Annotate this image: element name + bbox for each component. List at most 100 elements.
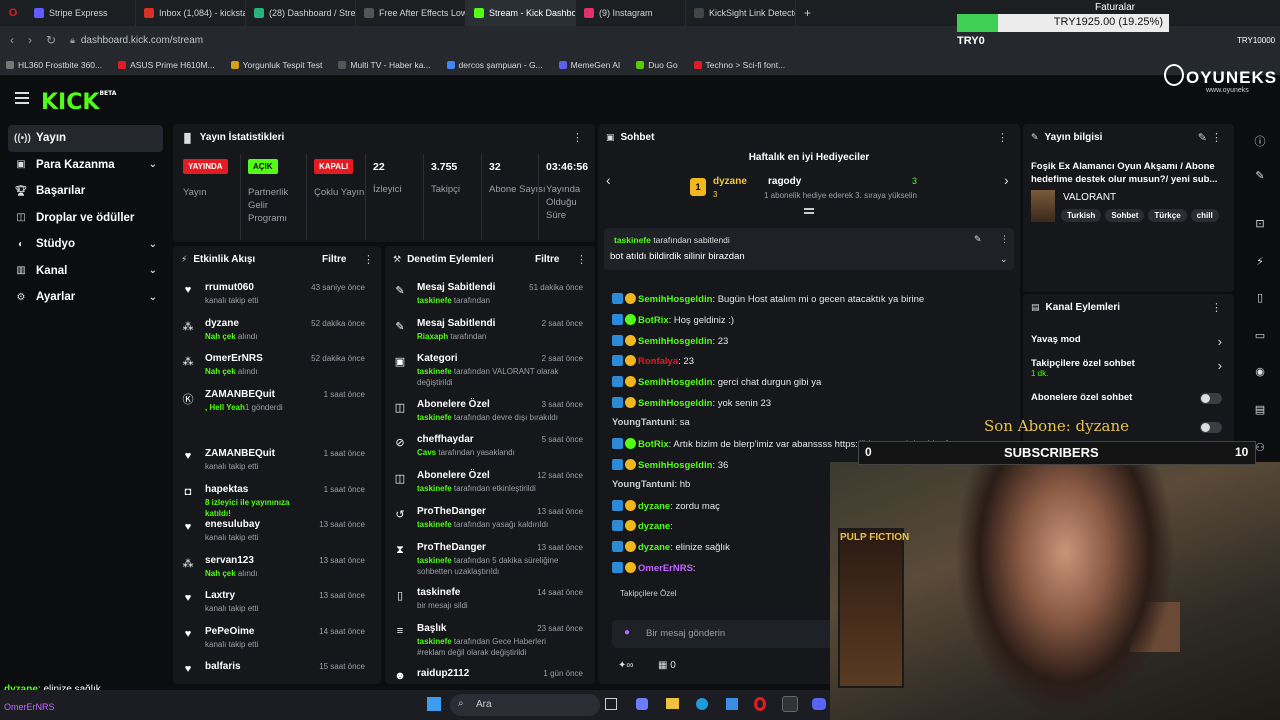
sidebar-item-para-kazanma[interactable]: ▣ Para Kazanma ⌄: [0, 152, 163, 179]
stats-menu-icon[interactable]: ⋮: [572, 131, 583, 144]
task-view-icon[interactable]: [605, 698, 617, 710]
bookmark-item[interactable]: Multi TV - Haber ka...: [338, 60, 431, 70]
drag-handle-icon[interactable]: [804, 208, 814, 214]
clipboard-icon[interactable]: ▯: [1252, 291, 1268, 307]
activity-item[interactable]: ♥ enesulubay kanalı takip etti 13 saat önce: [181, 519, 371, 555]
browser-tab[interactable]: Stripe Express: [26, 0, 136, 26]
stream-tag[interactable]: Sohbet: [1105, 209, 1145, 222]
stream-tag[interactable]: chill: [1190, 209, 1219, 222]
pencil-icon[interactable]: ✎: [1252, 169, 1268, 185]
prev-arrow-icon[interactable]: ‹: [606, 172, 611, 188]
opera-taskbar-icon[interactable]: [754, 697, 766, 711]
bookmark-item[interactable]: Yorgunluk Tespit Test: [230, 60, 322, 70]
moderation-menu-icon[interactable]: ⋮: [576, 253, 587, 266]
channel-actions-menu-icon[interactable]: ⋮: [1211, 301, 1222, 314]
copilot-icon[interactable]: [636, 698, 648, 710]
store-icon[interactable]: [726, 698, 738, 710]
new-tab-icon[interactable]: +: [804, 6, 811, 20]
chevron-down-icon[interactable]: ⌄: [149, 159, 157, 170]
activity-item[interactable]: ⁂ dyzane Nah çek alındı 52 dakika önce: [181, 318, 371, 354]
scan-icon[interactable]: ⊡: [1252, 217, 1268, 233]
chat-username[interactable]: SemihHosgeldin: [638, 398, 712, 409]
bookmark-item[interactable]: HL360 Frostbite 360...: [6, 60, 102, 70]
activity-item[interactable]: ⁂ OmerErNRS Nah çek alındı 52 dakika önce: [181, 353, 371, 389]
activity-item[interactable]: ◘ hapektas 8 izleyici ile yayınınıza katıl…: [181, 484, 371, 520]
chat-username[interactable]: BotRix: [638, 439, 669, 450]
forward-icon[interactable]: ›: [28, 33, 32, 47]
browser-tab[interactable]: Inbox (1,084) - kickstaste: [136, 0, 246, 26]
activity-item[interactable]: ♥ PePeOime kanalı takip etti 14 saat önce: [181, 626, 371, 662]
edge-icon[interactable]: [696, 698, 708, 710]
bolt-rail-icon[interactable]: ⚡︎: [1252, 255, 1268, 271]
edit-icon[interactable]: ✎: [1198, 131, 1207, 144]
sidebar-item-ba-ar-lar[interactable]: 🏆︎ Başarılar: [0, 178, 163, 205]
browser-tab[interactable]: KickSight Link Detector: [686, 0, 796, 26]
chat-username[interactable]: OmerErNRS: [638, 563, 693, 574]
moderation-item[interactable]: ≡ Başlık taskinefe tarafından Gece Haberle…: [393, 623, 589, 659]
moderation-item[interactable]: ◫ Abonelere Özel taskinefe tarafından devr…: [393, 399, 589, 435]
chat-username[interactable]: SemihHosgeldin: [638, 336, 712, 347]
next-arrow-icon[interactable]: ›: [1004, 172, 1009, 188]
bookmark-item[interactable]: MemeGen AI: [558, 60, 620, 70]
moderation-item[interactable]: ◫ Abonelere Özel taskinefe tarafından etki…: [393, 470, 589, 506]
chat-tools-icon[interactable]: ✦∞: [618, 660, 634, 671]
chat-input[interactable]: ● Bir mesaj gönderin: [612, 620, 836, 648]
activity-item[interactable]: ⁂ servan123 Nah çek alındı 13 saat önce: [181, 555, 371, 591]
opera-icon[interactable]: O: [0, 7, 26, 19]
chevron-right-icon[interactable]: ›: [1218, 358, 1222, 373]
stream-info-menu-icon[interactable]: ⋮: [1211, 131, 1222, 144]
moderation-filter-button[interactable]: Filtre: [535, 254, 559, 265]
bookmark-item[interactable]: ASUS Prime H610M...: [118, 60, 215, 70]
sidebar-item-ayarlar[interactable]: ⚙︎ Ayarlar ⌄: [0, 284, 163, 311]
activity-item[interactable]: ♥ rrumut060 kanalı takip etti 43 saniye önc…: [181, 282, 371, 318]
moderation-item[interactable]: ↺ ProTheDanger taskinefe tarafından yasağı…: [393, 506, 589, 542]
activity-menu-icon[interactable]: ⋮: [363, 253, 374, 266]
moderation-item[interactable]: ▣ Kategori taskinefe tarafından VALORANT o…: [393, 353, 589, 389]
activity-item[interactable]: ♥ balfaris 15 saat önce: [181, 661, 371, 697]
stream-tag[interactable]: Türkçe: [1148, 209, 1187, 222]
bookmark-item[interactable]: Duo Go: [636, 60, 678, 70]
sidebar-item-kanal[interactable]: ▥ Kanal ⌄: [0, 258, 163, 285]
browser-tab[interactable]: Free After Effects Lower T: [356, 0, 466, 26]
back-icon[interactable]: ‹: [10, 33, 14, 47]
chevron-down-icon[interactable]: ⌄: [149, 292, 157, 303]
chat-username[interactable]: dyzane: [638, 521, 670, 532]
chevron-right-icon[interactable]: ›: [1218, 334, 1222, 349]
moderation-item[interactable]: ✎ Mesaj Sabitlendi taskinefe tarafından 51 …: [393, 282, 589, 318]
moderation-item[interactable]: ✎ Mesaj Sabitlendi Riaxaph tarafından 2 saa…: [393, 318, 589, 354]
chat-menu-icon[interactable]: ⋮: [997, 131, 1008, 144]
obs-icon[interactable]: [782, 696, 798, 712]
mic-icon[interactable]: ●: [624, 627, 630, 638]
chat-username[interactable]: YoungTantuni: [612, 479, 674, 490]
channel-action-row[interactable]: Abonelere özel sohbet: [1031, 392, 1226, 414]
menu-icon[interactable]: [15, 92, 29, 104]
sidebar-item-droplar-ve-d-ller[interactable]: ◫ Droplar ve ödüller: [0, 205, 163, 232]
kick-logo[interactable]: KICKBETA: [41, 90, 116, 115]
folder-icon[interactable]: [666, 698, 679, 709]
browser-tab[interactable]: Stream - Kick Dashboard: [466, 0, 576, 26]
sidebar-item-yay-n[interactable]: ((•)) Yayın: [8, 125, 163, 152]
chat-username[interactable]: SemihHosgeldin: [638, 294, 712, 305]
toggle-switch[interactable]: [1200, 393, 1222, 404]
discord-icon[interactable]: [812, 698, 826, 710]
url-field[interactable]: dashboard.kick.com/stream: [81, 35, 203, 46]
activity-item[interactable]: Ⓚ ZAMANBEQuit , Hell Yeah1 gönderdi 1 saat …: [181, 389, 371, 425]
moderation-item[interactable]: ⊘ cheffhaydar Cavs tarafından yasaklandı 5 …: [393, 434, 589, 470]
chat-username[interactable]: Ronfalya: [638, 356, 678, 367]
moderation-item[interactable]: ▯ taskinefe bir mesajı sildi 14 saat önce: [393, 587, 589, 623]
chat-rail-icon[interactable]: ▭: [1252, 329, 1268, 345]
stream-tag[interactable]: Turkish: [1061, 209, 1102, 222]
pinned-menu-icon[interactable]: ⋮: [1000, 234, 1009, 245]
moderation-item[interactable]: ⧗ ProTheDanger taskinefe tarafından 5 daki…: [393, 542, 589, 578]
chat-username[interactable]: BotRix: [638, 315, 669, 326]
sidebar-item-st-dyo[interactable]: ◐ Stüdyo ⌄: [0, 231, 163, 258]
chevron-down-icon[interactable]: ⌄: [149, 239, 157, 250]
chat-username[interactable]: YoungTantuni: [612, 417, 674, 428]
chat-username[interactable]: dyzane: [638, 542, 670, 553]
activity-item[interactable]: ♥ ZAMANBEQuit kanalı takip etti 1 saat önce: [181, 448, 371, 484]
browser-tab[interactable]: (9) Instagram: [576, 0, 686, 26]
activity-filter-button[interactable]: Filtre: [322, 254, 346, 265]
browser-tab[interactable]: (28) Dashboard / Streamla: [246, 0, 356, 26]
chevron-down-icon[interactable]: ⌄: [149, 265, 157, 276]
chat-username[interactable]: SemihHosgeldin: [638, 460, 712, 471]
